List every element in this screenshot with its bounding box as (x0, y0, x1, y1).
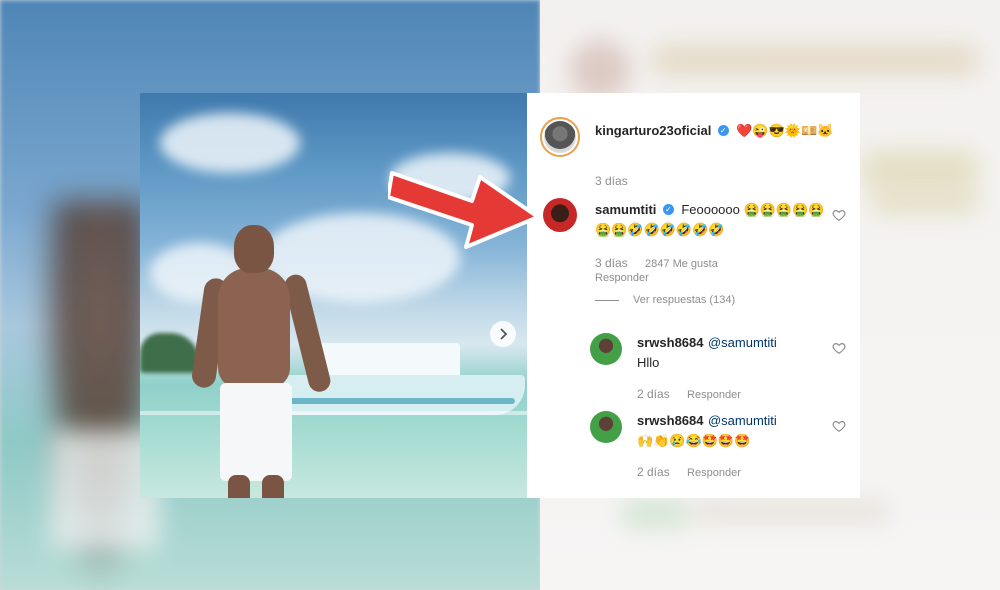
reply-age: 2 días (637, 387, 670, 401)
replies-divider (595, 299, 619, 301)
reply-mention[interactable]: @samumtiti (708, 413, 777, 428)
caption-age: 3 días (595, 174, 628, 188)
avatar[interactable] (590, 333, 622, 365)
reply-text: Hllo (637, 355, 660, 370)
chevron-right-icon (500, 328, 508, 340)
like-heart-icon[interactable] (832, 341, 846, 355)
verified-badge-icon: ✓ (662, 204, 674, 216)
man-on-beach (170, 213, 333, 498)
reply-button[interactable]: Responder (687, 467, 741, 479)
comment-age: 3 días (595, 256, 628, 270)
like-heart-icon[interactable] (832, 419, 846, 433)
reply-mention[interactable]: @samumtiti (708, 335, 777, 350)
view-replies-button[interactable]: Ver respuestas (134) (595, 294, 749, 306)
comment-likes[interactable]: 2847 Me gusta (645, 258, 718, 270)
post-photo (140, 93, 527, 498)
caption-username[interactable]: kingarturo23oficial (595, 123, 711, 138)
comment-username[interactable]: samumtiti (595, 202, 656, 217)
next-photo-button[interactable] (490, 321, 516, 347)
avatar[interactable] (543, 198, 577, 232)
reply-text: 🙌👏😢😂🤩🤩🤩 (637, 433, 751, 448)
caption-text: ❤️😜😎🌞💴🐱 (736, 123, 834, 138)
reply-username[interactable]: srwsh8684 (637, 413, 704, 428)
instagram-post-card: kingarturo23oficial ✓ ❤️😜😎🌞💴🐱 3 días sam… (140, 93, 860, 498)
reply-button[interactable]: Responder (687, 389, 741, 401)
like-heart-icon[interactable] (832, 208, 846, 222)
comments-panel: kingarturo23oficial ✓ ❤️😜😎🌞💴🐱 3 días sam… (527, 93, 860, 498)
reply-age: 2 días (637, 465, 670, 479)
red-arrow-icon (388, 171, 540, 249)
reply-button[interactable]: Responder (595, 272, 649, 284)
avatar[interactable] (590, 411, 622, 443)
verified-badge-icon: ✓ (717, 125, 729, 137)
avatar[interactable] (540, 117, 580, 157)
reply-username[interactable]: srwsh8684 (637, 335, 704, 350)
